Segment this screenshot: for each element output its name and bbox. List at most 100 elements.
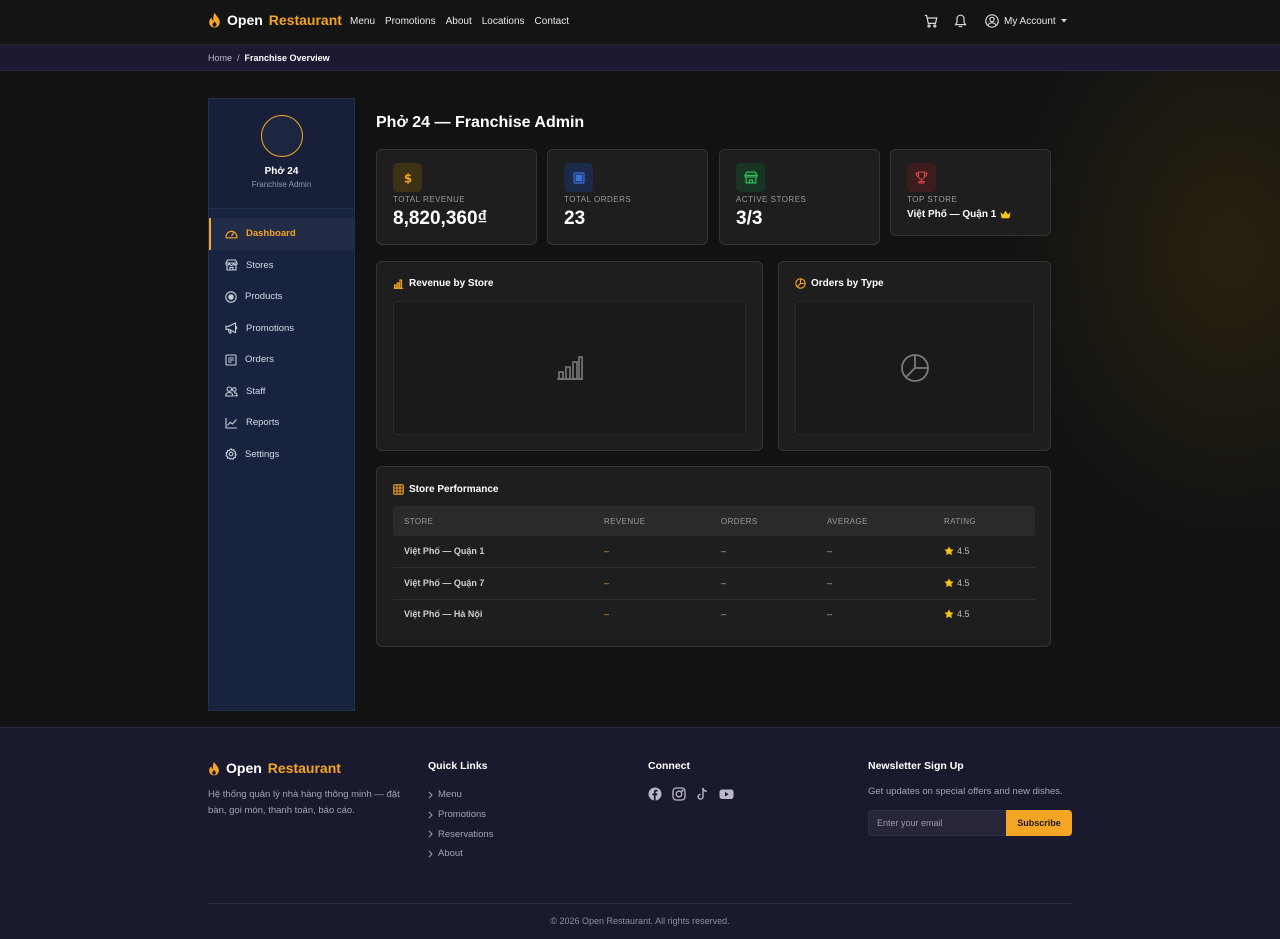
receipt-icon [225,354,237,366]
order-icon [564,163,593,192]
orders-cell: – [721,609,727,619]
store-cell: Việt Phố — Hà Nội [404,609,483,619]
brand-word-open: Open [227,12,263,28]
orders-by-type-panel: Orders by Type [778,261,1051,451]
sidebar-item-reports[interactable]: Reports [209,407,354,439]
revenue-cell: – [604,609,610,619]
footer-divider [208,903,1072,904]
svg-text:$: $ [403,171,411,185]
rating-value: 4.5 [957,578,970,588]
sidebar-menu: Dashboard Stores Products Promotions Ord… [209,218,354,470]
copyright: © 2026 Open Restaurant. All rights reser… [550,916,730,926]
footer-link-menu[interactable]: Menu [428,785,493,805]
nav-contact[interactable]: Contact [535,16,569,27]
breadcrumb-separator: / [237,53,240,63]
quick-links: Menu Promotions Reservations About [428,785,493,864]
footer-link-label: Menu [438,789,462,801]
panel-title-text: Orders by Type [811,278,884,289]
sidebar-profile: Phở 24 Franchise Admin [209,99,354,209]
rating-cell: 4.5 [944,609,970,619]
footer-link-promotions[interactable]: Promotions [428,805,493,825]
crown-icon [1000,210,1011,219]
gear-icon [225,448,237,461]
kpi-card-total-revenue: $ TOTAL REVENUE 8,820,360₫ [376,149,537,245]
table-header: STORE REVENUE ORDERS AVERAGE RATING [393,506,1035,536]
footer-link-label: Promotions [438,809,487,821]
breadcrumb-current: Franchise Overview [244,53,330,63]
sidebar-item-products[interactable]: Products [209,281,354,313]
revenue-by-store-panel: Revenue by Store [376,261,763,451]
revenue-cell: – [604,578,610,588]
kpi-label: TOTAL REVENUE [393,195,466,204]
people-icon [225,386,238,397]
store-icon [736,163,765,192]
megaphone-icon [225,322,238,334]
main-nav: Menu Promotions About Locations Contact [350,16,569,27]
sidebar-item-orders[interactable]: Orders [209,344,354,376]
column-header-rating: RATING [944,517,977,526]
sidebar-item-dashboard[interactable]: Dashboard [209,218,354,250]
tiktok-icon[interactable] [696,787,709,801]
account-menu[interactable]: My Account [985,14,1067,28]
rating-value: 4.5 [957,546,970,556]
average-cell: – [827,609,833,619]
kpi-card-active-stores: ACTIVE STORES 3/3 [719,149,880,245]
nav-locations[interactable]: Locations [482,16,525,27]
orders-cell: – [721,578,727,588]
kpi-value-wrap: Việt Phố — Quận 1 [907,209,1011,220]
nav-promotions[interactable]: Promotions [385,16,436,27]
newsletter-title: Newsletter Sign Up [868,760,964,772]
sidebar-item-label: Reports [246,417,280,429]
sidebar-item-promotions[interactable]: Promotions [209,313,354,345]
avatar [261,115,303,157]
facebook-icon[interactable] [648,787,662,801]
page-title: Phở 24 — Franchise Admin [376,114,585,131]
email-input[interactable] [868,810,1006,836]
footer-description: Hệ thống quản lý nhà hàng thông minh — đ… [208,789,400,816]
bell-icon[interactable] [954,14,967,28]
subscribe-button[interactable]: Subscribe [1006,810,1072,836]
social-links [648,787,734,801]
rating-cell: 4.5 [944,578,970,588]
sidebar-item-label: Dashboard [246,228,296,240]
breadcrumb: Home / Franchise Overview [208,53,330,63]
nav-about[interactable]: About [446,16,472,27]
store-cell: Việt Phố — Quận 7 [404,578,485,588]
cart-icon[interactable] [924,14,938,28]
star-icon [944,546,954,556]
youtube-icon[interactable] [719,787,734,801]
sidebar-item-stores[interactable]: Stores [209,250,354,282]
brand-word-restaurant: Restaurant [267,760,341,776]
brand-logo[interactable]: Open Restaurant [208,12,342,28]
sidebar-item-label: Orders [245,354,275,366]
newsletter-text: Get updates on special offers and new di… [868,786,1063,797]
kpi-card-total-orders: TOTAL ORDERS 23 [547,149,708,245]
kpi-value: 23 [564,208,586,229]
franchise-role: Franchise Admin [251,180,312,189]
nav-menu[interactable]: Menu [350,16,375,27]
kpi-card-top-store: TOP STORE Việt Phố — Quận 1 [890,149,1051,236]
orders-chart-placeholder [795,301,1034,435]
sidebar-item-label: Staff [246,385,266,397]
chevron-right-icon [428,810,433,819]
column-header-orders: ORDERS [721,517,758,526]
sidebar-item-settings[interactable]: Settings [209,439,354,471]
sidebar-item-staff[interactable]: Staff [209,376,354,408]
sidebar-item-label: Settings [245,448,280,460]
store-icon [225,259,238,271]
rating-value: 4.5 [957,609,970,619]
bar-chart-icon [393,278,404,289]
footer-link-about[interactable]: About [428,844,493,864]
pie-chart-icon [900,353,930,383]
footer-brand[interactable]: Open Restaurant [208,760,341,776]
table-row: Việt Phố — Hà Nội – – – 4.5 [393,599,1035,631]
flame-icon [208,761,220,776]
star-icon [944,609,954,619]
footer-link-reservations[interactable]: Reservations [428,824,493,844]
footer: Open Restaurant Hệ thống quản lý nhà hàn… [0,727,1280,939]
orders-cell: – [721,546,727,556]
average-cell: – [827,546,833,556]
sidebar-item-label: Stores [246,259,274,271]
breadcrumb-home[interactable]: Home [208,53,232,63]
instagram-icon[interactable] [672,787,686,801]
